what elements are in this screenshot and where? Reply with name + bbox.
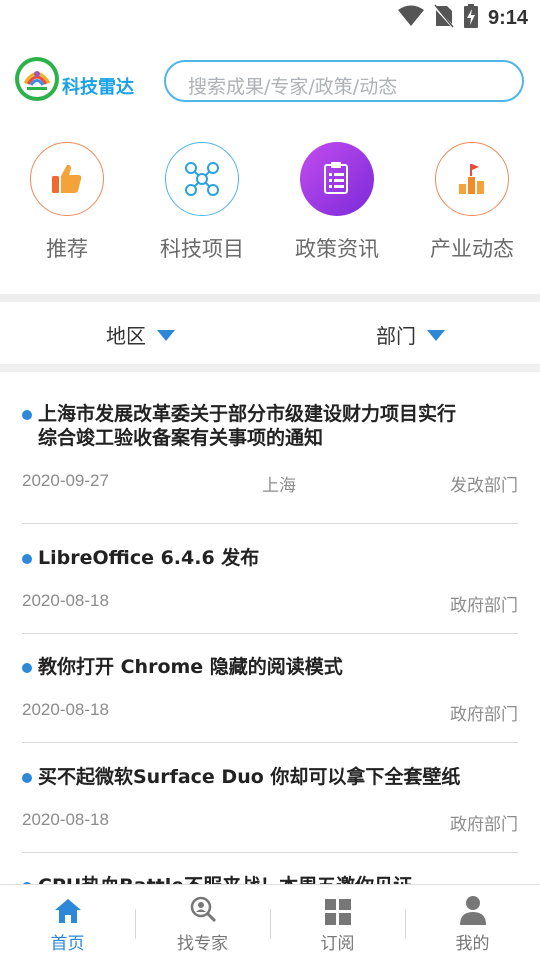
news-date: 2020-08-18 bbox=[22, 591, 109, 610]
nav-label: 找专家 bbox=[177, 934, 228, 954]
category-label: 推荐 bbox=[46, 237, 88, 261]
news-meta: 2020-08-18 政府部门 bbox=[22, 591, 518, 616]
status-icons: 9:14 bbox=[397, 4, 528, 32]
nav-subscribe[interactable]: 订阅 bbox=[270, 895, 405, 954]
triangle-down-icon bbox=[426, 323, 446, 347]
news-meta: 2020-08-18 政府部门 bbox=[22, 810, 518, 835]
person-icon bbox=[405, 895, 540, 925]
no-sim-icon bbox=[433, 4, 455, 32]
news-title: 上海市发展改革委关于部分市级建设财力项目实行 综合竣工验收备案有关事项的通知 bbox=[22, 402, 518, 450]
nav-label: 首页 bbox=[50, 934, 85, 954]
nav-profile[interactable]: 我的 bbox=[405, 895, 540, 954]
news-title-text: 买不起微软Surface Duo 你却可以拿下全套壁纸 bbox=[38, 766, 461, 788]
news-title-line: 综合竣工验收备案有关事项的通知 bbox=[38, 427, 324, 449]
search-placeholder: 搜索成果/专家/政策/动态 bbox=[188, 76, 398, 98]
status-bar: 9:14 bbox=[0, 0, 540, 36]
home-icon bbox=[0, 895, 135, 925]
department-filter[interactable]: 部门 bbox=[376, 320, 446, 349]
news-department: 政府部门 bbox=[450, 596, 518, 616]
category-recommend[interactable]: 推荐 bbox=[2, 142, 132, 263]
department-filter-label: 部门 bbox=[376, 324, 416, 348]
news-title-line: 上海市发展改革委关于部分市级建设财力项目实行 bbox=[38, 403, 457, 425]
triangle-down-icon bbox=[156, 323, 176, 347]
category-industry-news-circle bbox=[435, 142, 509, 216]
region-filter-label: 地区 bbox=[106, 324, 146, 348]
category-industry-news[interactable]: 产业动态 bbox=[407, 142, 537, 263]
status-time: 9:14 bbox=[487, 6, 528, 29]
news-separator bbox=[22, 633, 518, 634]
news-date: 2020-09-27 bbox=[22, 471, 109, 490]
battery-charging-icon bbox=[463, 4, 478, 32]
region-filter[interactable]: 地区 bbox=[106, 320, 176, 349]
category-label: 产业动态 bbox=[430, 237, 514, 261]
app-logo bbox=[14, 56, 60, 102]
bullet-dot bbox=[22, 410, 32, 420]
category-tech-projects[interactable]: 科技项目 bbox=[137, 142, 267, 263]
news-item[interactable]: 教你打开 Chrome 隐藏的阅读模式 2020-08-18 政府部门 bbox=[22, 655, 518, 725]
news-department: 政府部门 bbox=[450, 705, 518, 725]
nav-label: 我的 bbox=[455, 934, 490, 954]
news-separator bbox=[22, 523, 518, 524]
category-policy-news[interactable]: 政策资讯 bbox=[272, 142, 402, 263]
news-separator bbox=[22, 852, 518, 853]
news-region: 上海 bbox=[262, 476, 296, 496]
news-department: 政府部门 bbox=[450, 815, 518, 835]
category-label: 政策资讯 bbox=[295, 237, 379, 261]
news-title: 教你打开 Chrome 隐藏的阅读模式 bbox=[22, 655, 518, 679]
news-date: 2020-08-18 bbox=[22, 700, 109, 719]
wifi-icon bbox=[397, 5, 424, 31]
nav-find-expert[interactable]: 找专家 bbox=[135, 895, 270, 954]
search-input[interactable]: 搜索成果/专家/政策/动态 bbox=[164, 60, 524, 102]
category-policy-news-circle bbox=[300, 142, 374, 216]
section-divider bbox=[0, 294, 540, 302]
nav-home[interactable]: 首页 bbox=[0, 895, 135, 954]
category-tech-projects-circle bbox=[165, 142, 239, 216]
news-item[interactable]: 买不起微软Surface Duo 你却可以拿下全套壁纸 2020-08-18 政… bbox=[22, 765, 518, 835]
category-label: 科技项目 bbox=[160, 237, 244, 261]
news-separator bbox=[22, 742, 518, 743]
news-meta: 2020-08-18 政府部门 bbox=[22, 700, 518, 725]
news-title: 买不起微软Surface Duo 你却可以拿下全套壁纸 bbox=[22, 765, 518, 789]
news-item[interactable]: LibreOffice 6.4.6 发布 2020-08-18 政府部门 bbox=[22, 546, 518, 616]
bullet-dot bbox=[22, 554, 32, 564]
section-divider bbox=[0, 364, 540, 372]
news-title-text: 教你打开 Chrome 隐藏的阅读模式 bbox=[38, 656, 343, 678]
category-recommend-circle bbox=[30, 142, 104, 216]
bullet-dot bbox=[22, 773, 32, 783]
nav-label: 订阅 bbox=[320, 934, 355, 954]
bottom-nav: 首页 找专家 订阅 我的 bbox=[0, 884, 540, 961]
news-date: 2020-08-18 bbox=[22, 810, 109, 829]
bullet-dot bbox=[22, 663, 32, 673]
app-name: 科技雷达 bbox=[62, 77, 134, 98]
grid-icon bbox=[270, 895, 405, 925]
search-expert-icon bbox=[135, 895, 270, 925]
news-department: 发改部门 bbox=[450, 476, 518, 496]
news-title: LibreOffice 6.4.6 发布 bbox=[22, 546, 518, 570]
news-item[interactable]: 上海市发展改革委关于部分市级建设财力项目实行 综合竣工验收备案有关事项的通知 2… bbox=[22, 402, 518, 496]
news-title-text: LibreOffice 6.4.6 发布 bbox=[38, 547, 260, 569]
news-meta: 2020-09-27 上海 发改部门 bbox=[22, 471, 518, 496]
